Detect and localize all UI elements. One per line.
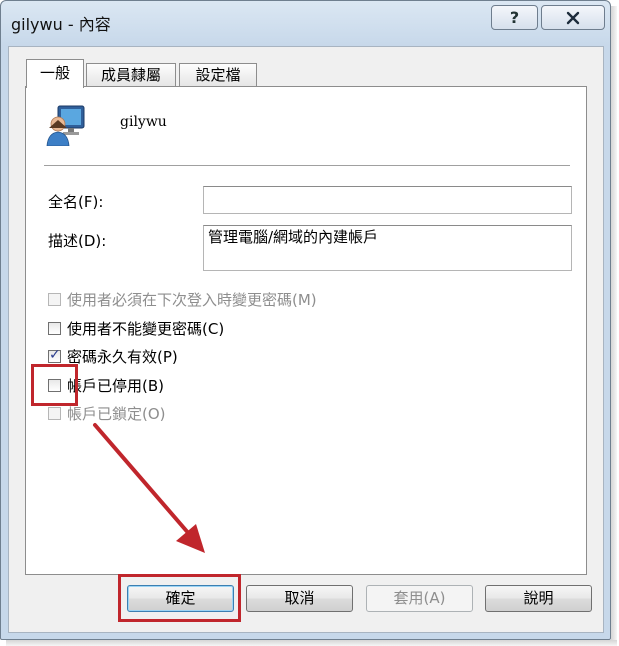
tab-general[interactable]: 一般 [26, 59, 84, 88]
annotation-arrow-icon [93, 423, 205, 553]
